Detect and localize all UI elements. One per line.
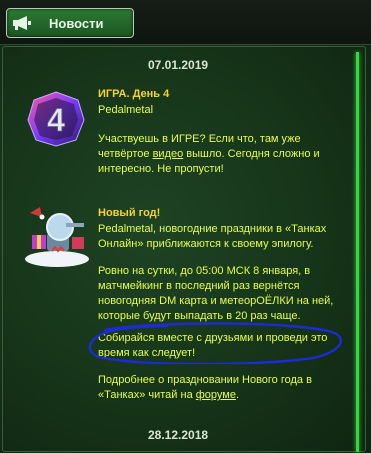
svg-text:4: 4	[47, 102, 65, 138]
scrollbar-thumb[interactable]	[356, 52, 359, 452]
forum-link[interactable]: форуме	[196, 389, 236, 401]
news-tab-label: Новости	[49, 15, 104, 31]
news-date: 07.01.2019	[148, 58, 209, 72]
news-item-text: Ровно на сутки, до 05:00 МСК 8 января, в…	[98, 265, 334, 322]
top-bar: Новости	[0, 0, 371, 44]
day-4-badge-icon: 4	[26, 90, 86, 148]
news-item-text: Pedalmetal, новогодние праздники в «Танк…	[98, 223, 327, 250]
news-item-text: Участвуешь в ИГРЕ? Если что, там уже чет…	[98, 133, 320, 175]
news-item-text: Подробнее о праздновании Нового года в «…	[98, 374, 312, 401]
news-item-title: Новый год!	[98, 207, 161, 219]
megaphone-icon	[13, 15, 33, 31]
news-item-username: Pedalmetal	[98, 104, 154, 116]
news-tab[interactable]: Новости	[6, 8, 134, 38]
news-item-text: Собирайся вместе с друзьями и проведи эт…	[98, 332, 328, 359]
news-date: 28.12.2018	[148, 428, 209, 442]
video-link[interactable]: видео	[153, 148, 184, 160]
news-scrollbar[interactable]	[354, 52, 360, 452]
news-item-title: ИГРА. День 4	[98, 88, 170, 100]
new-year-tank-icon	[22, 207, 92, 269]
